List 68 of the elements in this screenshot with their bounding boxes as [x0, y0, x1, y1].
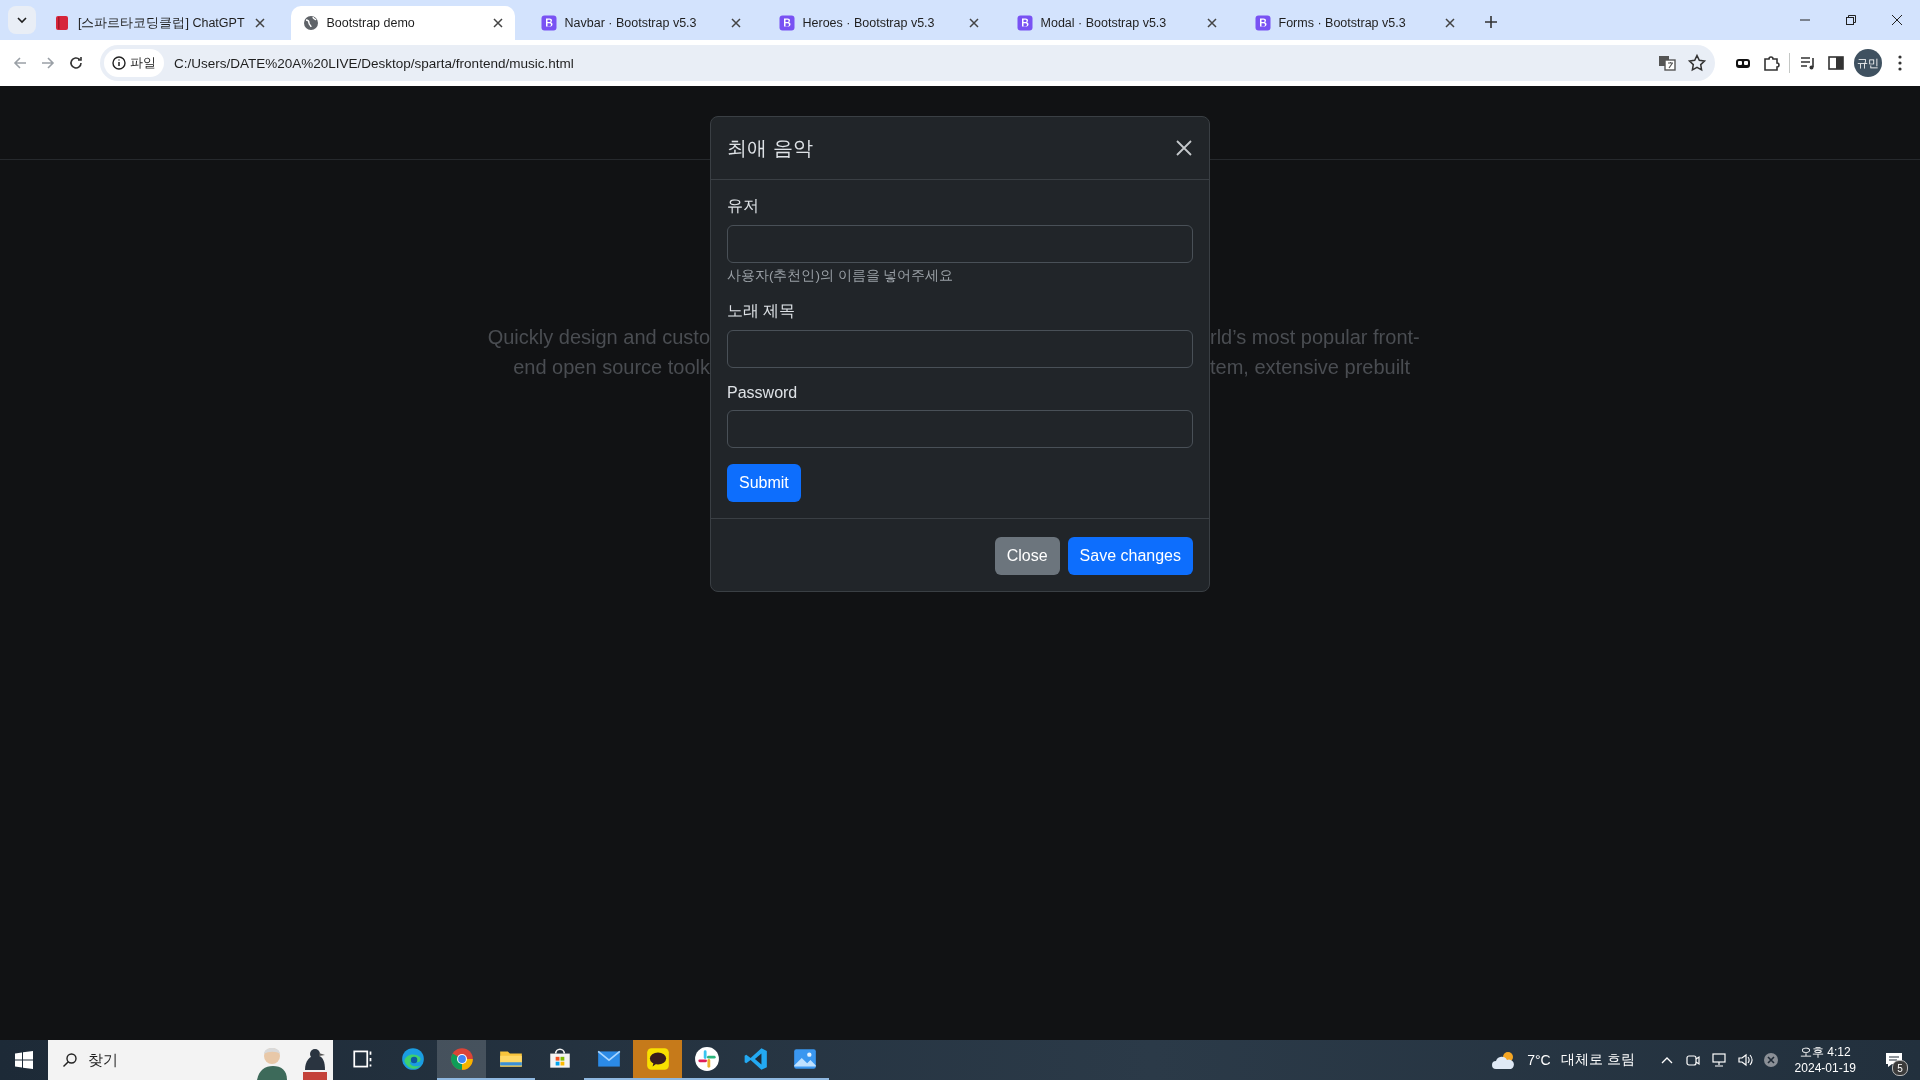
search-icon: [62, 1052, 78, 1068]
close-icon[interactable]: [1442, 16, 1457, 30]
field-label: 노래 제목: [727, 301, 796, 321]
book-icon: [54, 15, 70, 31]
taskbar-app[interactable]: [633, 1040, 682, 1080]
notification-count: 5: [1892, 1060, 1908, 1076]
input-field[interactable]: [727, 410, 1193, 448]
close-icon[interactable]: [490, 16, 505, 30]
close-icon[interactable]: [252, 16, 267, 30]
restore-icon[interactable]: [1845, 14, 1857, 26]
store-icon: [549, 1048, 570, 1068]
weather-text: 대체로 흐림: [1560, 1051, 1635, 1069]
info-icon: [112, 56, 126, 70]
bootstrap-icon: [540, 15, 557, 31]
windows-icon[interactable]: [15, 1051, 33, 1069]
bootstrap-icon: [1254, 15, 1271, 31]
input-field[interactable]: [727, 225, 1193, 263]
bootstrap-icon: [1016, 15, 1033, 31]
clock-time[interactable]: 오후 4:12: [1799, 1044, 1851, 1060]
chrome-icon: [450, 1048, 473, 1070]
browser-tab[interactable]: Heroes · Bootstrap v5.3: [766, 6, 991, 40]
slack-icon: [694, 1047, 719, 1071]
modal-title: 최애 음악: [727, 135, 813, 161]
mail-icon: [596, 1050, 621, 1067]
close-icon[interactable]: [1204, 16, 1219, 30]
temperature-text: 7°C: [1527, 1052, 1551, 1068]
bookmark-star-icon[interactable]: [1687, 53, 1707, 73]
task-view-icon: [352, 1050, 371, 1068]
profile-avatar[interactable]: 규민: [1854, 49, 1882, 77]
chat-icon: [646, 1048, 669, 1070]
save-button[interactable]: Save changes: [1067, 537, 1193, 575]
lead-text: end open source toolk: [512, 355, 710, 380]
close-button[interactable]: Close: [994, 537, 1060, 575]
browser-tab[interactable]: Bootstrap demo: [290, 6, 515, 40]
code-editor-icon: [744, 1048, 767, 1070]
site-info-chip[interactable]: 파일: [104, 49, 164, 77]
lead-text: Quickly design and custo: [486, 325, 710, 350]
photos-icon: [793, 1049, 816, 1069]
globe-icon: [302, 15, 319, 31]
browser-tab[interactable]: [스파르타코딩클럽] ChatGPT: [42, 6, 277, 40]
close-button[interactable]: [1175, 139, 1193, 157]
tab-list-button[interactable]: [8, 6, 36, 34]
url-text[interactable]: C:/Users/DATE%20A%20LIVE/Desktop/sparta/frontend/music.html: [174, 55, 1647, 71]
field-label: 유저: [727, 196, 759, 216]
close-icon[interactable]: [728, 16, 743, 30]
field-label: Password: [727, 384, 798, 402]
input-field[interactable]: [727, 330, 1193, 368]
browser-tab[interactable]: Navbar · Bootstrap v5.3: [528, 6, 753, 40]
puzzle-icon[interactable]: [1761, 53, 1781, 73]
submit-button[interactable]: Submit: [727, 464, 801, 502]
browser-tab[interactable]: Forms · Bootstrap v5.3: [1242, 6, 1467, 40]
close-icon[interactable]: [966, 16, 981, 30]
lead-text: rld’s most popular front-: [1210, 325, 1421, 350]
edge-icon: [401, 1048, 424, 1070]
close-icon[interactable]: [1891, 14, 1903, 26]
translate-icon[interactable]: [1657, 53, 1677, 73]
error-icon[interactable]: [1762, 1052, 1779, 1068]
help-text: 사용자(추천인)의 이름을 넣어주세요: [727, 267, 954, 285]
folder-icon: [499, 1051, 522, 1067]
side-panel-icon[interactable]: [1826, 53, 1846, 73]
browser-tab[interactable]: Modal · Bootstrap v5.3: [1004, 6, 1229, 40]
caret-icon: [16, 14, 28, 26]
network-icon[interactable]: [1710, 1052, 1727, 1068]
clock-date[interactable]: 2024-01-19: [1794, 1060, 1856, 1076]
lead-text: tem, extensive prebuilt: [1210, 355, 1412, 380]
camera-icon[interactable]: [1684, 1052, 1701, 1068]
volume-icon[interactable]: [1736, 1052, 1753, 1068]
bootstrap-icon: [778, 15, 795, 31]
